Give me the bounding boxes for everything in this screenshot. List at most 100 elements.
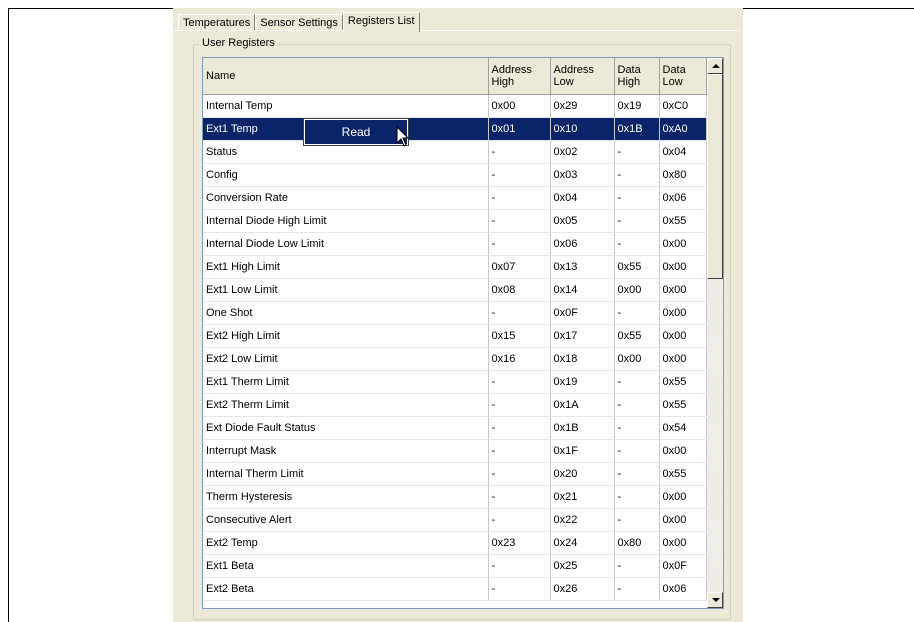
data-low-cell: 0x55 xyxy=(659,393,707,417)
column-header-data-low[interactable]: Data Low xyxy=(659,58,707,95)
scroll-up-button[interactable] xyxy=(707,58,723,74)
table-row[interactable]: Ext2 Beta -0x26-0x06 xyxy=(203,577,707,601)
column-header-label: High xyxy=(617,76,641,88)
table-row[interactable]: Internal Diode Low Limit -0x06-0x00 xyxy=(203,232,707,256)
address-low-cell: 0x1B xyxy=(550,416,615,440)
register-name-cell: Ext1 Therm Limit xyxy=(203,370,489,394)
register-name-cell: Consecutive Alert xyxy=(203,508,489,532)
address-high-cell: - xyxy=(488,209,551,233)
address-low-cell: 0x05 xyxy=(550,209,615,233)
data-high-cell: - xyxy=(614,186,660,210)
data-low-cell: 0x00 xyxy=(659,278,707,302)
column-header-label: Address xyxy=(553,64,594,76)
column-header-name[interactable]: Name xyxy=(203,58,489,95)
address-high-cell: - xyxy=(488,163,551,187)
address-high-cell: - xyxy=(488,508,551,532)
address-low-cell: 0x17 xyxy=(550,324,615,348)
column-header-name-label: Name xyxy=(206,70,236,82)
address-low-cell: 0x06 xyxy=(550,232,615,256)
scrollbar-thumb[interactable] xyxy=(707,74,723,279)
data-high-cell: - xyxy=(614,439,660,463)
down-arrow-icon xyxy=(712,598,720,602)
table-row[interactable]: Ext2 Low Limit 0x16 0x18 0x00 0x00 xyxy=(203,347,707,371)
table-row[interactable]: Therm Hysteresis -0x21-0x00 xyxy=(203,485,707,509)
registers-panel: Temperatures Sensor Settings Registers L… xyxy=(173,8,743,622)
data-low-cell: 0x55 xyxy=(659,370,707,394)
data-low-cell: 0x00 xyxy=(659,508,707,532)
address-high-cell: 0x01 xyxy=(488,117,551,141)
address-low-cell: 0x0F xyxy=(550,301,615,325)
register-name-cell: Internal Diode High Limit xyxy=(203,209,489,233)
table-row[interactable]: Internal Diode High Limit -0x05-0x55 xyxy=(203,209,707,233)
tab-sensor-settings[interactable]: Sensor Settings xyxy=(255,14,343,31)
data-high-cell: - xyxy=(614,554,660,578)
data-high-cell: - xyxy=(614,301,660,325)
address-low-cell: 0x1A xyxy=(550,393,615,417)
address-high-cell: 0x00 xyxy=(488,94,551,118)
table-row[interactable]: Status -0x02-0x04 xyxy=(203,140,707,164)
table-row[interactable]: Interrupt Mask -0x1F -0x00 xyxy=(203,439,707,463)
data-low-cell: 0x55 xyxy=(659,209,707,233)
address-low-cell: 0x1F xyxy=(550,439,615,463)
register-name-cell: Therm Hysteresis xyxy=(203,485,489,509)
table-row[interactable]: Ext2 High Limit 0x15 0x17 0x55 0x00 xyxy=(203,324,707,348)
register-name-cell: Config xyxy=(203,163,489,187)
column-header-label: High xyxy=(491,76,515,88)
table-row[interactable]: Ext2 Temp 0x23 0x24 0x80 0x00 xyxy=(203,531,707,555)
table-row[interactable]: One Shot -0x0F -0x00 xyxy=(203,301,707,325)
header-row: Name Address High Address Low Data High Dat… xyxy=(203,58,707,95)
register-name-cell: Internal Temp xyxy=(203,94,489,118)
table-row[interactable]: Ext1 Beta -0x25-0x0F xyxy=(203,554,707,578)
data-high-cell: - xyxy=(614,416,660,440)
context-menu-read-item[interactable]: Read xyxy=(303,118,409,146)
data-high-cell: - xyxy=(614,140,660,164)
data-low-cell: 0x06 xyxy=(659,577,707,601)
table-row[interactable]: Internal Temp 0x00 0x29 0x19 0xC0 xyxy=(203,94,707,118)
column-header-label: Address xyxy=(491,64,532,76)
group-title: User Registers xyxy=(199,37,278,49)
table-row[interactable]: Ext1 Therm Limit -0x19-0x55 xyxy=(203,370,707,394)
up-arrow-icon xyxy=(712,64,720,68)
registers-rows: Internal Temp 0x00 0x29 0x19 0xC0 Ext1 Temp 0x… xyxy=(203,94,707,601)
table-row[interactable]: Ext Diode Fault Status -0x1B -0x54 xyxy=(203,416,707,440)
data-low-cell: 0x00 xyxy=(659,232,707,256)
register-name-cell: Conversion Rate xyxy=(203,186,489,210)
column-header-data-high[interactable]: Data High xyxy=(614,58,660,95)
address-low-cell: 0x26 xyxy=(550,577,615,601)
data-high-cell: - xyxy=(614,508,660,532)
data-low-cell: 0x55 xyxy=(659,462,707,486)
table-row[interactable]: Consecutive Alert -0x22-0x00 xyxy=(203,508,707,532)
tab-registers-list[interactable]: Registers List xyxy=(342,12,420,32)
data-high-cell: 0x19 xyxy=(614,94,660,118)
table-row[interactable]: Conversion Rate -0x04-0x06 xyxy=(203,186,707,210)
register-name-cell: Ext2 High Limit xyxy=(203,324,489,348)
scroll-down-button[interactable] xyxy=(707,592,723,608)
address-high-cell: 0x08 xyxy=(488,278,551,302)
table-row[interactable]: Ext1 High Limit 0x07 0x13 0x55 0x00 xyxy=(203,255,707,279)
data-high-cell: 0x55 xyxy=(614,324,660,348)
address-high-cell: - xyxy=(488,577,551,601)
data-high-cell: - xyxy=(614,163,660,187)
data-low-cell: 0x00 xyxy=(659,485,707,509)
tab-temperatures[interactable]: Temperatures xyxy=(178,14,256,31)
column-header-address-high[interactable]: Address High xyxy=(488,58,551,95)
data-high-cell: - xyxy=(614,462,660,486)
register-name-cell: Ext1 Low Limit xyxy=(203,278,489,302)
registers-grid[interactable]: Name Address High Address Low Data High Dat… xyxy=(202,57,724,609)
column-header-label: Data xyxy=(617,64,641,76)
data-high-cell: - xyxy=(614,485,660,509)
data-low-cell: 0x06 xyxy=(659,186,707,210)
column-header-label: Low xyxy=(662,76,683,88)
table-row[interactable]: Config -0x03-0x80 xyxy=(203,163,707,187)
vertical-scrollbar[interactable] xyxy=(707,58,723,608)
data-low-cell: 0x00 xyxy=(659,255,707,279)
table-row[interactable]: Ext1 Temp 0x01 0x10 0x1B 0xA0 xyxy=(203,117,707,141)
data-low-cell: 0x00 xyxy=(659,439,707,463)
table-row[interactable]: Ext2 Therm Limit -0x1A -0x55 xyxy=(203,393,707,417)
address-low-cell: 0x02 xyxy=(550,140,615,164)
column-header-label: Data xyxy=(662,64,686,76)
table-row[interactable]: Ext1 Low Limit 0x08 0x14 0x00 0x00 xyxy=(203,278,707,302)
table-row[interactable]: Internal Therm Limit -0x20-0x55 xyxy=(203,462,707,486)
address-high-cell: - xyxy=(488,462,551,486)
column-header-address-low[interactable]: Address Low xyxy=(550,58,615,95)
